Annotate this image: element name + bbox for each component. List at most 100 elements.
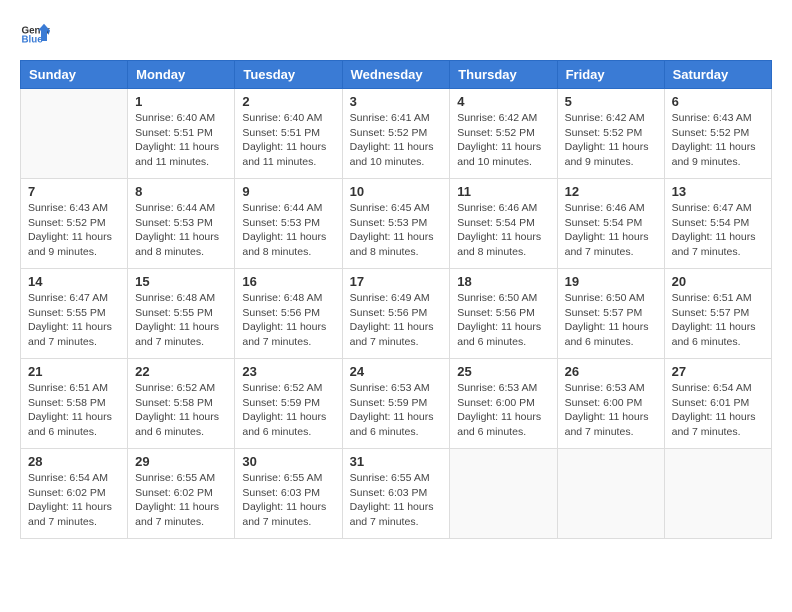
calendar-cell <box>450 449 557 539</box>
calendar-cell: 1Sunrise: 6:40 AMSunset: 5:51 PMDaylight… <box>128 89 235 179</box>
calendar-cell: 14 Sunrise: 6:47 AMSunset: 5:55 PMDayligh… <box>21 269 128 359</box>
day-number: 17 <box>350 274 443 289</box>
day-info: Sunrise: 6:54 AMSunset: 6:02 PMDaylight:… <box>28 471 120 530</box>
day-info: Sunrise: 6:52 AMSunset: 5:58 PMDaylight:… <box>135 381 227 440</box>
day-info: Sunrise: 6:46 AMSunset: 5:54 PMDaylight:… <box>457 201 549 260</box>
header-wednesday: Wednesday <box>342 61 450 89</box>
day-number: 22 <box>135 364 227 379</box>
day-info: Sunrise: 6:53 AMSunset: 6:00 PMDaylight:… <box>565 381 657 440</box>
day-number: 16 <box>242 274 334 289</box>
day-number: 18 <box>457 274 549 289</box>
day-number: 11 <box>457 184 549 199</box>
logo-icon: General Blue <box>20 20 50 50</box>
day-number: 5 <box>565 94 657 109</box>
day-info: Sunrise: 6:44 AMSunset: 5:53 PMDaylight:… <box>242 201 334 260</box>
day-number: 31 <box>350 454 443 469</box>
day-info: Sunrise: 6:42 AMSunset: 5:52 PMDaylight:… <box>565 111 657 170</box>
day-info: Sunrise: 6:45 AMSunset: 5:53 PMDaylight:… <box>350 201 443 260</box>
day-info: Sunrise: 6:48 AMSunset: 5:55 PMDaylight:… <box>135 291 227 350</box>
day-info: Sunrise: 6:42 AMSunset: 5:52 PMDaylight:… <box>457 111 549 170</box>
day-info: Sunrise: 6:50 AMSunset: 5:57 PMDaylight:… <box>565 291 657 350</box>
calendar-cell: 29 Sunrise: 6:55 AMSunset: 6:02 PMDayligh… <box>128 449 235 539</box>
calendar-cell: 18 Sunrise: 6:50 AMSunset: 5:56 PMDayligh… <box>450 269 557 359</box>
week-row-3: 14 Sunrise: 6:47 AMSunset: 5:55 PMDayligh… <box>21 269 772 359</box>
calendar: SundayMondayTuesdayWednesdayThursdayFrid… <box>20 60 772 539</box>
page-header: General Blue <box>20 20 772 50</box>
calendar-cell: 13Sunrise: 6:47 AMSunset: 5:54 PMDayligh… <box>664 179 771 269</box>
day-info: Sunrise: 6:52 AMSunset: 5:59 PMDaylight:… <box>242 381 334 440</box>
calendar-cell: 22 Sunrise: 6:52 AMSunset: 5:58 PMDayligh… <box>128 359 235 449</box>
day-info: Sunrise: 6:55 AMSunset: 6:03 PMDaylight:… <box>350 471 443 530</box>
day-number: 13 <box>672 184 764 199</box>
calendar-cell: 16Sunrise: 6:48 AMSunset: 5:56 PMDayligh… <box>235 269 342 359</box>
day-number: 15 <box>135 274 227 289</box>
day-number: 25 <box>457 364 549 379</box>
calendar-cell <box>664 449 771 539</box>
header-saturday: Saturday <box>664 61 771 89</box>
calendar-cell: 21 Sunrise: 6:51 AMSunset: 5:58 PMDayligh… <box>21 359 128 449</box>
calendar-cell: 17 Sunrise: 6:49 AMSunset: 5:56 PMDayligh… <box>342 269 450 359</box>
calendar-header-row: SundayMondayTuesdayWednesdayThursdayFrid… <box>21 61 772 89</box>
calendar-cell: 5 Sunrise: 6:42 AMSunset: 5:52 PMDaylight… <box>557 89 664 179</box>
day-number: 19 <box>565 274 657 289</box>
calendar-cell: 3 Sunrise: 6:41 AMSunset: 5:52 PMDaylight… <box>342 89 450 179</box>
week-row-1: 1 Sunrise: 6:40 AMSunset: 5:51 PMDaylight… <box>21 89 772 179</box>
calendar-cell: 31 Sunrise: 6:55 AMSunset: 6:03 PMDayligh… <box>342 449 450 539</box>
calendar-cell: 7Sunrise: 6:43 AMSunset: 5:52 PMDaylight… <box>21 179 128 269</box>
logo: General Blue <box>20 20 50 50</box>
day-info: Sunrise: 6:40 AMSunset: 5:51 PMDaylight:… <box>242 111 334 170</box>
day-number: 24 <box>350 364 443 379</box>
calendar-cell: 27 Sunrise: 6:54 AMSunset: 6:01 PMDayligh… <box>664 359 771 449</box>
calendar-cell <box>21 89 128 179</box>
calendar-cell: 19 Sunrise: 6:50 AMSunset: 5:57 PMDayligh… <box>557 269 664 359</box>
svg-text:Blue: Blue <box>22 35 44 46</box>
day-number: 10 <box>350 184 443 199</box>
day-info: Sunrise: 6:53 AMSunset: 5:59 PMDaylight:… <box>350 381 443 440</box>
day-number: 8 <box>135 184 227 199</box>
calendar-cell: 20Sunrise: 6:51 AMSunset: 5:57 PMDayligh… <box>664 269 771 359</box>
calendar-cell: 23 Sunrise: 6:52 AMSunset: 5:59 PMDayligh… <box>235 359 342 449</box>
day-info: Sunrise: 6:55 AMSunset: 6:02 PMDaylight:… <box>135 471 227 530</box>
header-tuesday: Tuesday <box>235 61 342 89</box>
day-number: 3 <box>350 94 443 109</box>
calendar-cell: 12 Sunrise: 6:46 AMSunset: 5:54 PMDayligh… <box>557 179 664 269</box>
day-info: Sunrise: 6:55 AMSunset: 6:03 PMDaylight:… <box>242 471 334 530</box>
day-number: 12 <box>565 184 657 199</box>
day-number: 29 <box>135 454 227 469</box>
calendar-cell: 8Sunrise: 6:44 AMSunset: 5:53 PMDaylight… <box>128 179 235 269</box>
week-row-5: 28 Sunrise: 6:54 AMSunset: 6:02 PMDayligh… <box>21 449 772 539</box>
day-number: 27 <box>672 364 764 379</box>
calendar-cell: 9 Sunrise: 6:44 AMSunset: 5:53 PMDaylight… <box>235 179 342 269</box>
calendar-cell: 24 Sunrise: 6:53 AMSunset: 5:59 PMDayligh… <box>342 359 450 449</box>
calendar-cell: 2Sunrise: 6:40 AMSunset: 5:51 PMDaylight… <box>235 89 342 179</box>
header-friday: Friday <box>557 61 664 89</box>
day-number: 21 <box>28 364 120 379</box>
day-info: Sunrise: 6:51 AMSunset: 5:58 PMDaylight:… <box>28 381 120 440</box>
calendar-cell: 6Sunrise: 6:43 AMSunset: 5:52 PMDaylight… <box>664 89 771 179</box>
calendar-cell: 25Sunrise: 6:53 AMSunset: 6:00 PMDayligh… <box>450 359 557 449</box>
day-info: Sunrise: 6:54 AMSunset: 6:01 PMDaylight:… <box>672 381 764 440</box>
day-info: Sunrise: 6:50 AMSunset: 5:56 PMDaylight:… <box>457 291 549 350</box>
day-number: 1 <box>135 94 227 109</box>
calendar-cell: 10 Sunrise: 6:45 AMSunset: 5:53 PMDayligh… <box>342 179 450 269</box>
calendar-cell: 15 Sunrise: 6:48 AMSunset: 5:55 PMDayligh… <box>128 269 235 359</box>
day-number: 9 <box>242 184 334 199</box>
header-thursday: Thursday <box>450 61 557 89</box>
day-number: 28 <box>28 454 120 469</box>
week-row-2: 7Sunrise: 6:43 AMSunset: 5:52 PMDaylight… <box>21 179 772 269</box>
day-number: 14 <box>28 274 120 289</box>
day-info: Sunrise: 6:46 AMSunset: 5:54 PMDaylight:… <box>565 201 657 260</box>
day-number: 23 <box>242 364 334 379</box>
day-number: 20 <box>672 274 764 289</box>
header-sunday: Sunday <box>21 61 128 89</box>
week-row-4: 21 Sunrise: 6:51 AMSunset: 5:58 PMDayligh… <box>21 359 772 449</box>
calendar-cell <box>557 449 664 539</box>
day-number: 7 <box>28 184 120 199</box>
day-info: Sunrise: 6:49 AMSunset: 5:56 PMDaylight:… <box>350 291 443 350</box>
day-info: Sunrise: 6:41 AMSunset: 5:52 PMDaylight:… <box>350 111 443 170</box>
day-number: 26 <box>565 364 657 379</box>
day-info: Sunrise: 6:47 AMSunset: 5:55 PMDaylight:… <box>28 291 120 350</box>
calendar-cell: 30Sunrise: 6:55 AMSunset: 6:03 PMDayligh… <box>235 449 342 539</box>
calendar-cell: 11 Sunrise: 6:46 AMSunset: 5:54 PMDayligh… <box>450 179 557 269</box>
calendar-cell: 26 Sunrise: 6:53 AMSunset: 6:00 PMDayligh… <box>557 359 664 449</box>
